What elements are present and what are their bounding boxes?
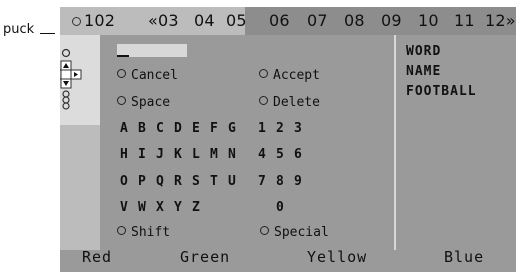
key-letter[interactable]: M (210, 147, 218, 162)
yellow-key[interactable]: Yellow (307, 248, 367, 266)
key-letter[interactable]: Y (174, 200, 182, 215)
option-ring-icon (117, 69, 126, 78)
key-letter[interactable]: R (174, 174, 182, 189)
key-letter[interactable]: V (120, 200, 128, 215)
accept-label: Accept (273, 68, 320, 83)
page-link[interactable]: 11 (454, 11, 475, 30)
dialog-divider (394, 35, 396, 250)
key-letter[interactable]: S (192, 174, 200, 189)
red-key[interactable]: Red (82, 248, 112, 266)
special-label: Special (274, 225, 329, 240)
key-digit[interactable]: 4 (258, 147, 266, 162)
blue-key[interactable]: Blue (444, 248, 484, 266)
page-link[interactable]: 06 (269, 11, 290, 30)
key-digit[interactable]: 7 (258, 174, 266, 189)
special-button[interactable]: Special (260, 225, 329, 240)
keyboard-dialog: Cancel Accept Space Delete A B C D E F G… (100, 35, 516, 250)
key-letter[interactable]: D (174, 121, 182, 136)
shift-label: Shift (131, 225, 171, 240)
key-digit[interactable]: 8 (276, 174, 284, 189)
puck-label: puck (3, 22, 35, 37)
key-letter[interactable]: Z (192, 200, 200, 215)
page-link[interactable]: 08 (344, 11, 365, 30)
key-digit[interactable]: 2 (276, 121, 284, 136)
option-ring-icon (259, 69, 268, 78)
key-digit[interactable]: 9 (294, 174, 302, 189)
page-link[interactable]: 07 (307, 11, 328, 30)
key-letter[interactable]: P (138, 174, 146, 189)
key-letter[interactable]: C (156, 121, 164, 136)
green-key[interactable]: Green (180, 248, 230, 266)
cancel-button[interactable]: Cancel (117, 68, 178, 83)
key-letter[interactable]: B (138, 121, 146, 136)
key-letter[interactable]: A (120, 121, 128, 136)
suggestion-item[interactable]: NAME (406, 64, 441, 79)
page-link[interactable]: 10 (418, 11, 439, 30)
key-digit[interactable]: 1 (258, 121, 266, 136)
key-letter[interactable]: G (228, 121, 236, 136)
key-letter[interactable]: E (192, 121, 200, 136)
key-letter[interactable]: Q (156, 174, 164, 189)
teletext-screen: 102 «03 04 05 06 07 08 09 10 11 12» Canc… (60, 7, 516, 272)
option-ring-icon (117, 96, 126, 105)
key-digit[interactable]: 0 (276, 200, 284, 215)
option-ring-icon (117, 226, 126, 235)
key-letter[interactable]: N (228, 147, 236, 162)
nav-dot-icon (72, 17, 81, 26)
page-link[interactable]: 09 (381, 11, 402, 30)
key-letter[interactable]: O (120, 174, 128, 189)
space-button[interactable]: Space (117, 95, 170, 110)
key-letter[interactable]: W (138, 200, 146, 215)
key-letter[interactable]: K (174, 147, 182, 162)
page-link[interactable]: «03 (148, 11, 179, 30)
key-letter[interactable]: X (156, 200, 164, 215)
puck-pointer-line (40, 33, 55, 34)
option-ring-icon (260, 226, 269, 235)
current-page: 102 (84, 11, 116, 30)
key-letter[interactable]: U (228, 174, 236, 189)
key-letter[interactable]: T (210, 174, 218, 189)
accept-button[interactable]: Accept (259, 68, 320, 83)
key-letter[interactable]: H (120, 147, 128, 162)
shift-button[interactable]: Shift (117, 225, 170, 240)
text-cursor (117, 55, 129, 57)
remote-nav-icon (60, 48, 82, 110)
key-digit[interactable]: 5 (276, 147, 284, 162)
option-ring-icon (259, 96, 268, 105)
page-link[interactable]: 04 (194, 11, 215, 30)
key-letter[interactable]: J (156, 147, 164, 162)
key-digit[interactable]: 6 (294, 147, 302, 162)
page-nav-bar: 102 «03 04 05 06 07 08 09 10 11 12» (60, 7, 516, 35)
suggestion-item[interactable]: WORD (406, 44, 441, 59)
key-letter[interactable]: I (138, 147, 146, 162)
delete-button[interactable]: Delete (259, 95, 320, 110)
key-letter[interactable]: F (210, 121, 218, 136)
page-link[interactable]: 05 (226, 11, 247, 30)
page-link[interactable]: 12» (485, 11, 516, 30)
key-digit[interactable]: 3 (294, 121, 302, 136)
cancel-label: Cancel (131, 68, 178, 83)
key-letter[interactable]: L (192, 147, 200, 162)
suggestion-item[interactable]: FOOTBALL (406, 84, 477, 99)
delete-label: Delete (273, 95, 320, 110)
space-label: Space (131, 95, 171, 110)
